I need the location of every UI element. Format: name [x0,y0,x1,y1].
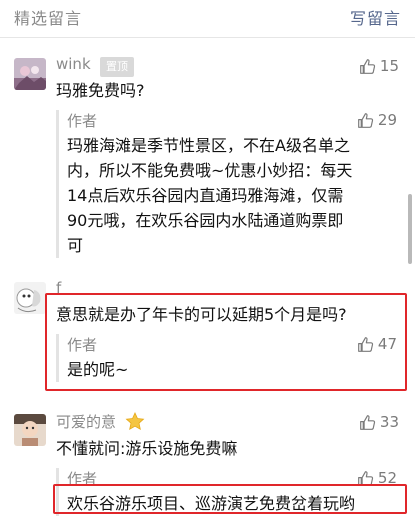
comment-text: 不懂就问:游乐设施免费嘛 [56,439,238,458]
pinned-badge: 置顶 [100,57,134,77]
avatar[interactable] [14,414,46,446]
reply-like-button[interactable]: 29 [357,110,397,130]
comment-nickname[interactable]: f [56,279,61,297]
thumbs-up-icon [358,112,374,128]
thumbs-up-icon [360,58,376,74]
comments-header: 精选留言 写留言 [0,0,415,38]
reply-like-count: 29 [377,111,397,129]
thumbs-up-icon [360,414,376,430]
thumbs-up-icon [358,470,374,486]
like-count: 33 [379,413,399,431]
reply-line: 90元哦，在欢乐谷园内水陆通道购票即 [67,211,344,230]
comment-nickname[interactable]: wink [56,55,91,73]
comment-text: 玛雅免费吗? [56,81,145,100]
reply-author-label: 作者 [67,112,98,130]
thumbs-up-icon [358,336,374,352]
avatar[interactable] [14,58,46,90]
author-reply: 作者 47 是的呢~ [56,334,401,382]
like-button[interactable]: 15 [359,56,399,76]
reply-line: 欢乐谷游乐项目、巡游演艺免费岔着玩哟 [67,494,356,513]
like-button[interactable]: 33 [359,412,399,432]
comment-nickname[interactable]: 可爱的意 [56,411,116,432]
like-count: 15 [379,57,399,75]
author-reply: 作者 29 玛雅海滩是季节性景区，不在A级名单之 内，所以不能免费哦~优惠小妙招… [56,110,401,258]
avatar[interactable] [14,282,46,314]
reply-author-label: 作者 [67,470,98,488]
reply-like-count: 52 [377,469,397,487]
featured-comments-title: 精选留言 [14,9,83,28]
reply-line: 是的呢~ [67,360,129,379]
reply-line: 14点后欢乐谷园内直通玛雅海滩，仅需 [67,186,344,205]
reply-like-button[interactable]: 47 [357,334,397,354]
reply-text: 是的呢~ [67,357,401,382]
reply-line: 玛雅海滩是季节性景区，不在A级名单之 [67,136,350,155]
scrollbar[interactable] [408,194,412,264]
write-comment-button[interactable]: 写留言 [350,5,401,29]
reply-line: 内，所以不能免费哦~优惠小妙招：每天 [67,161,353,180]
reply-text: 欢乐谷游乐项目、巡游演艺免费岔着玩哟 [67,491,401,516]
author-reply: 作者 52 欢乐谷游乐项目、巡游演艺免费岔着玩哟 [56,468,401,516]
reply-like-count: 47 [377,335,397,353]
comment-text: 意思就是办了年卡的可以延期5个月是吗? [56,305,347,324]
reply-author-label: 作者 [67,336,98,354]
reply-like-button[interactable]: 52 [357,468,397,488]
crown-icon [125,412,145,430]
reply-line: 可 [67,236,84,255]
comment-section: 精选留言 写留言 wink 置顶 15 玛雅免费吗? 作者 29 玛雅海滩是季节… [0,0,415,516]
reply-text: 玛雅海滩是季节性景区，不在A级名单之 内，所以不能免费哦~优惠小妙招：每天 14… [67,133,401,258]
